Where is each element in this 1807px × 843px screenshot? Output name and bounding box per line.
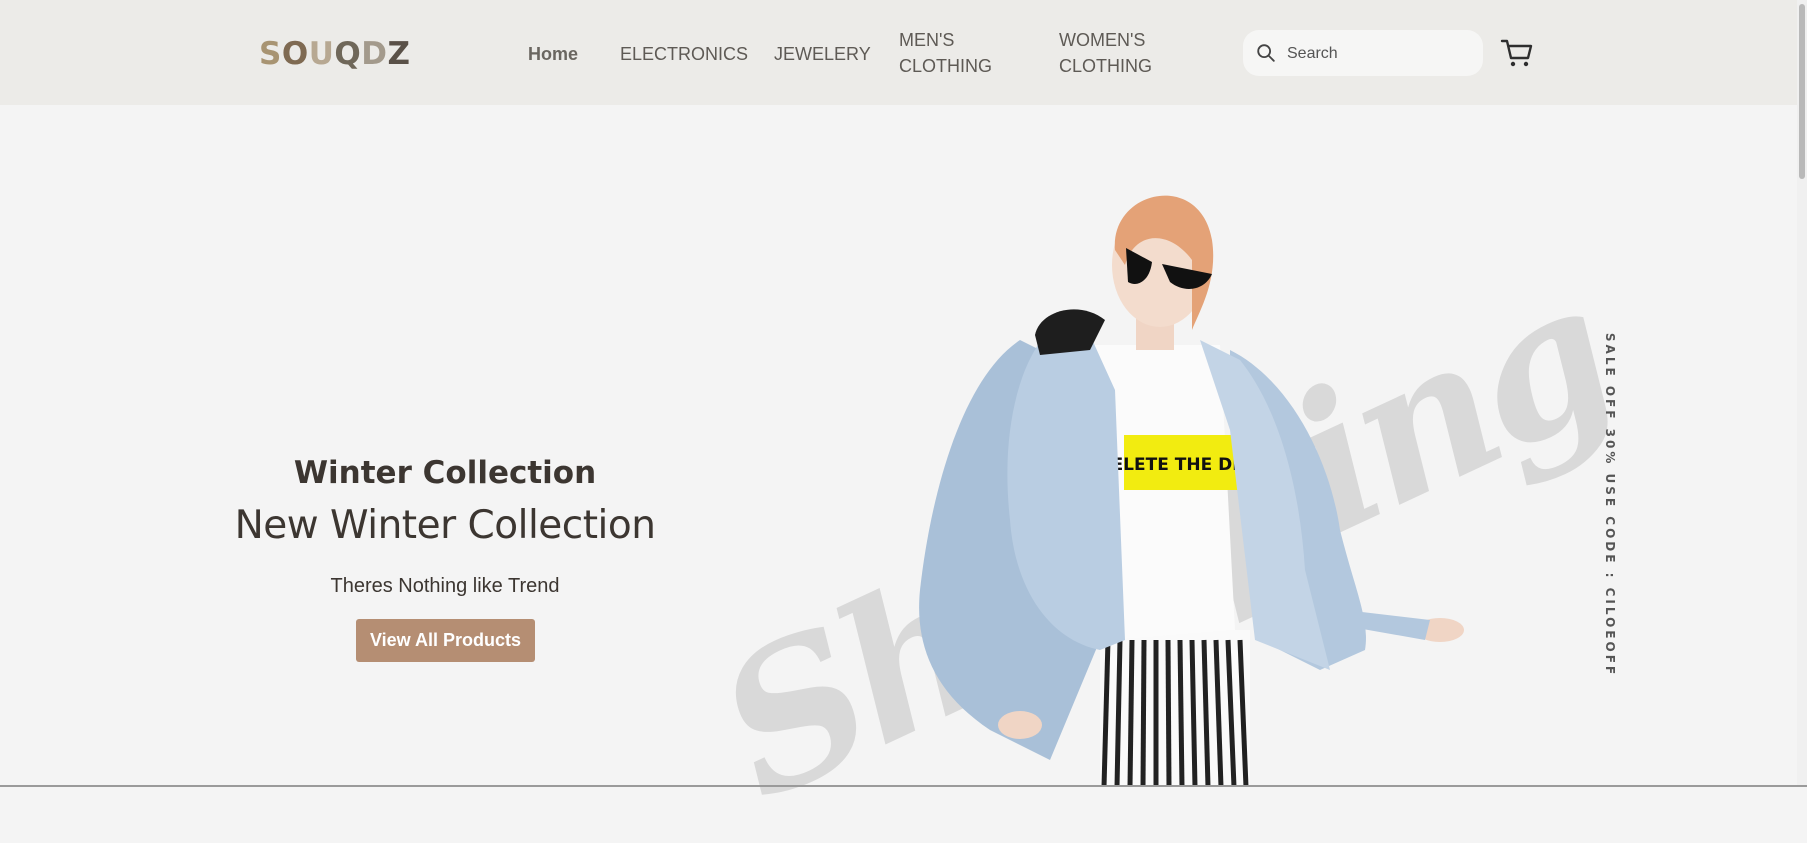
nav-womens-line1: WOMEN'S (1059, 30, 1146, 50)
nav-womens-line2: CLOTHING (1059, 56, 1153, 76)
nav-electronics[interactable]: ELECTRONICS (620, 41, 748, 67)
promo-code-text: SALE OFF 30% USE CODE : CILOEOFF (1603, 332, 1617, 678)
logo[interactable]: SOUQDZ (259, 32, 410, 76)
nav-jewelery[interactable]: JEWELERY (774, 41, 871, 67)
nav-womens-clothing[interactable]: WOMEN'S CLOTHING (1059, 27, 1152, 79)
nav-mens-line2: CLOTHING (899, 56, 993, 76)
hero-model-image: DELETE THE DRAMA (919, 195, 1464, 787)
cart-icon[interactable] (1500, 37, 1534, 69)
logo-letter: Q (334, 36, 362, 72)
logo-letter: S (259, 36, 282, 72)
hero-title: New Winter Collection (234, 503, 656, 548)
search-box (1243, 30, 1483, 76)
hero-subtitle: Winter Collection (293, 455, 597, 491)
logo-letter: Z (387, 36, 411, 72)
nav-home[interactable]: Home (528, 41, 578, 67)
nav-mens-clothing[interactable]: MEN'S CLOTHING (899, 27, 992, 79)
search-icon[interactable] (1255, 42, 1277, 64)
view-all-products-button[interactable]: View All Products (356, 619, 535, 662)
scrollbar-thumb[interactable] (1799, 4, 1805, 179)
page-scrollbar[interactable] (1797, 0, 1807, 787)
nav-mens-line1: MEN'S (899, 30, 955, 50)
logo-letter: O (281, 36, 309, 72)
logo-letter: U (308, 36, 335, 72)
site-header: SOUQDZ Home ELECTRONICS JEWELERY MEN'S C… (0, 0, 1807, 105)
hero-tagline: Theres Nothing like Trend (330, 575, 560, 597)
logo-letter: D (361, 36, 388, 72)
search-input[interactable] (1285, 38, 1474, 70)
